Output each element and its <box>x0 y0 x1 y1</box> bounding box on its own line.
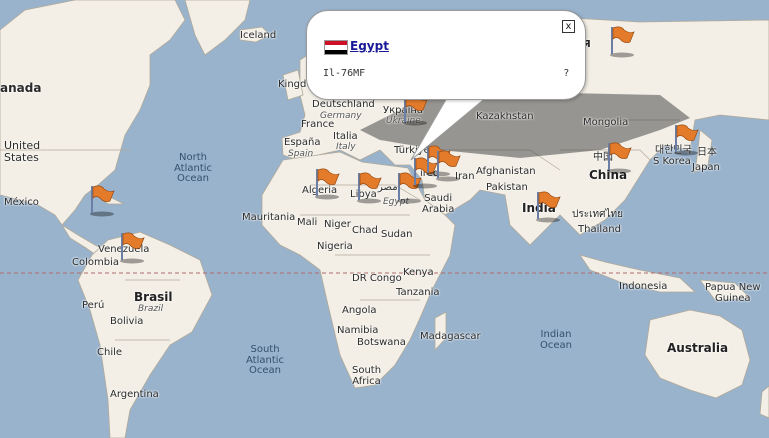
label-kazakhstan: Kazakhstan <box>476 111 534 122</box>
flag-marker-iran[interactable] <box>432 148 462 182</box>
aircraft-model: Il-76MF <box>323 68 366 79</box>
flag-marker-russia[interactable] <box>606 24 636 58</box>
label-indonesia: Indonesia <box>619 281 668 292</box>
world-map[interactable]: Iceland anada United States México North… <box>0 0 769 438</box>
flag-marker-libya[interactable] <box>353 170 383 204</box>
label-japan: Japan <box>692 162 720 173</box>
label-united-states: United States <box>4 139 41 164</box>
orange-flag-marker-icon <box>436 150 461 182</box>
label-chad: Chad <box>352 225 378 236</box>
label-italy: Italy <box>336 142 356 152</box>
orange-flag-marker-icon <box>674 124 699 156</box>
orange-flag-marker-icon <box>120 232 145 264</box>
label-thailand-native: ประเทศไทย <box>572 209 623 220</box>
label-tanzania: Tanzania <box>396 287 440 298</box>
country-link[interactable]: Egypt <box>350 39 389 53</box>
flag-marker-korea[interactable] <box>670 122 700 156</box>
label-peru: Perú <box>82 300 105 311</box>
label-iceland: Iceland <box>240 30 277 41</box>
label-south-atlantic: South Atlantic Ocean <box>246 344 285 376</box>
aircraft-count: ? <box>563 68 569 79</box>
label-mongolia: Mongolia <box>583 117 629 128</box>
label-north-atlantic: North Atlantic Ocean <box>174 152 213 184</box>
label-kenya: Kenya <box>403 267 434 278</box>
label-dr-congo: DR Congo <box>352 273 402 284</box>
label-bolivia: Bolivia <box>110 316 144 327</box>
label-deutschland: Deutschland <box>312 99 375 110</box>
label-canada: anada <box>0 81 42 95</box>
label-australia: Australia <box>667 341 729 355</box>
flag-marker-china[interactable] <box>603 140 633 174</box>
label-sudan: Sudan <box>381 229 413 240</box>
egypt-flag-icon <box>324 40 348 55</box>
flag-marker-venezuela[interactable] <box>116 230 146 264</box>
label-thailand: Thailand <box>578 224 621 235</box>
label-espana: España <box>284 137 321 148</box>
label-angola: Angola <box>342 305 377 316</box>
label-nigeria: Nigeria <box>317 241 353 252</box>
label-namibia: Namibia <box>337 325 379 336</box>
label-italia: Italia <box>333 131 358 142</box>
label-brazil: Brazil <box>138 304 164 314</box>
orange-flag-marker-icon <box>315 168 340 200</box>
orange-flag-marker-icon <box>607 142 632 174</box>
close-icon[interactable]: x <box>562 20 575 33</box>
orange-flag-marker-icon <box>357 172 382 204</box>
label-argentina: Argentina <box>110 389 159 400</box>
label-south-africa: South Africa <box>352 365 382 387</box>
label-saudi-arabia: Saudi Arabia <box>422 193 455 215</box>
orange-flag-marker-icon <box>90 185 115 217</box>
label-mexico: México <box>4 197 39 208</box>
label-japan-native: 日本 <box>697 147 717 158</box>
flag-marker-india[interactable] <box>532 189 562 223</box>
info-window: x Egypt Il-76MF ? <box>306 10 586 100</box>
flag-marker-algeria[interactable] <box>311 166 341 200</box>
label-chile: Chile <box>97 347 123 358</box>
label-botswana: Botswana <box>357 337 406 348</box>
label-mauritania: Mauritania <box>242 212 296 223</box>
label-france: France <box>301 119 335 130</box>
label-brasil: Brasil <box>134 290 173 304</box>
label-niger: Niger <box>324 219 351 230</box>
label-colombia: Colombia <box>72 257 119 268</box>
label-madagascar: Madagascar <box>420 331 481 342</box>
label-spain: Spain <box>288 149 314 159</box>
orange-flag-marker-icon <box>610 26 635 58</box>
orange-flag-marker-icon <box>536 191 561 223</box>
label-s-korea: S Korea <box>653 156 691 167</box>
label-pakistan: Pakistan <box>486 182 528 193</box>
label-afghanistan: Afghanistan <box>476 166 536 177</box>
label-papua-new-guinea: Papua New Guinea <box>705 282 761 304</box>
flag-marker-cuba[interactable] <box>86 183 116 217</box>
label-indian-ocean: Indian Ocean <box>540 329 572 351</box>
label-mali: Mali <box>297 217 318 228</box>
